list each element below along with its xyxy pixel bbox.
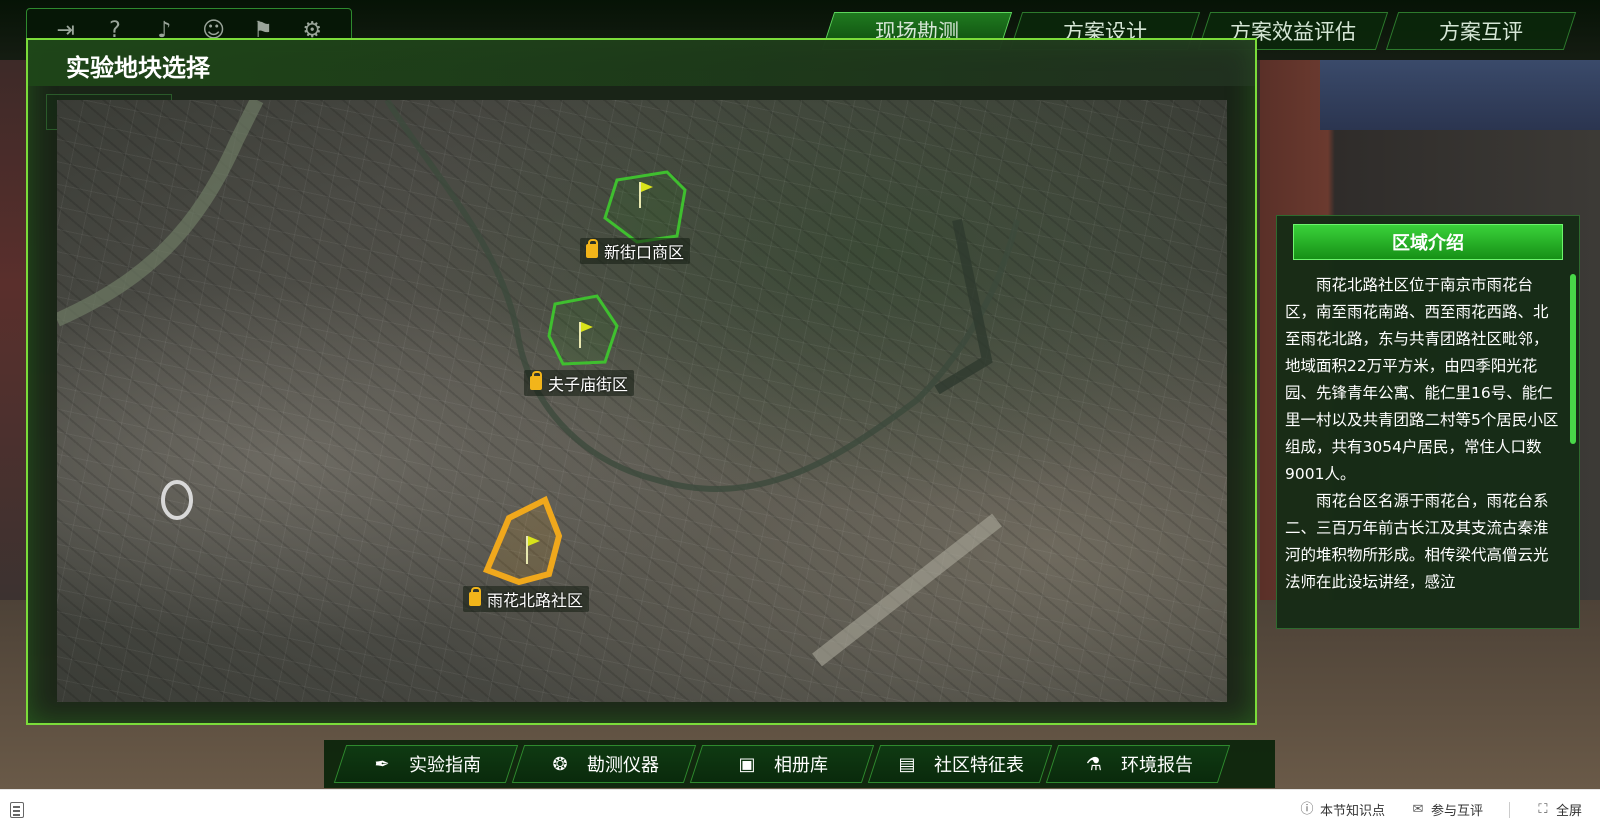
region-name: 雨花北路社区 [487, 591, 584, 610]
footer-label: 参与互评 [1430, 804, 1483, 819]
satellite-map[interactable]: 新街口商区 夫子庙街区 雨花北路社区 [57, 100, 1227, 702]
stadium [161, 480, 193, 520]
panel-title-bar [28, 40, 1255, 86]
region-intro-text[interactable]: 雨花北路社区位于南京市雨花台区，南至雨花南路、西至雨花西路、北至雨花北路，东与共… [1285, 272, 1563, 622]
intro-paragraph: 雨花北路社区位于南京市雨花台区，南至雨花南路、西至雨花西路、北至雨花北路，东与共… [1285, 276, 1559, 483]
region-intro-heading: 区域介绍 [1392, 233, 1464, 254]
tab-label: 方案互评 [1439, 20, 1523, 44]
experiment-guide-button[interactable]: ✒ 实验指南 [333, 745, 519, 783]
button-label: 实验指南 [409, 755, 481, 776]
button-label: 环境报告 [1121, 755, 1193, 776]
footer-actions: ⓘ 本节知识点 ✉ 参与互评 ⛶ 全屏 [1300, 800, 1582, 819]
intro-paragraph: 雨花台区名源于雨花台，雨花台系二、三百万年前古长江及其支流古秦淮河的堆积物所形成… [1285, 492, 1549, 591]
lock-icon [530, 371, 542, 390]
peer-review-button[interactable]: ✉ 参与互评 [1411, 800, 1483, 819]
environment-report-button[interactable]: ⚗ 环境报告 [1045, 745, 1231, 783]
region-outline-yuhuabeilu[interactable] [483, 495, 563, 586]
airport-runway [812, 513, 1002, 667]
lock-icon [586, 239, 598, 258]
community-features-button[interactable]: ▤ 社区特征表 [867, 745, 1053, 783]
button-label: 社区特征表 [934, 755, 1024, 776]
map-overlay [57, 100, 1020, 667]
region-label-fuzimiao[interactable]: 夫子庙街区 [524, 370, 635, 396]
tab-peer-review[interactable]: 方案互评 [1385, 12, 1577, 50]
bottom-toolbar: ✒ 实验指南 ❂ 勘测仪器 ▣ 相册库 ▤ 社区特征表 ⚗ 环境报告 [324, 740, 1275, 788]
panel-title: 实验地块选择 [66, 54, 210, 82]
footer-divider [1508, 801, 1510, 818]
river-yangtze [57, 100, 264, 327]
info-icon: ⓘ [1300, 801, 1314, 817]
intro-scrollbar[interactable] [1570, 274, 1576, 444]
region-outline-xinjiekou[interactable] [603, 170, 687, 244]
region-name: 新街口商区 [604, 243, 685, 262]
footer-label: 全屏 [1555, 804, 1582, 819]
comment-icon: ✉ [1412, 801, 1424, 817]
survey-instruments-button[interactable]: ❂ 勘测仪器 [511, 745, 697, 783]
table-icon: ▤ [898, 753, 916, 775]
region-label-xinjiekou[interactable]: 新街口商区 [580, 238, 691, 264]
image-icon: ▣ [738, 753, 756, 775]
photo-library-button[interactable]: ▣ 相册库 [689, 745, 875, 783]
region-intro-panel: 区域介绍 雨花北路社区位于南京市雨花台区，南至雨花南路、西至雨花西路、北至雨花北… [1276, 215, 1580, 629]
river-qinhuai [384, 100, 1020, 492]
pen-icon: ✒ [374, 753, 390, 775]
scene-window [1320, 60, 1600, 130]
instruments-icon: ❂ [552, 753, 568, 775]
footer-bar: ⓘ 本节知识点 ✉ 参与互评 ⛶ 全屏 [0, 789, 1600, 829]
fullscreen-button[interactable]: ⛶ 全屏 [1536, 800, 1582, 819]
lock-icon [469, 587, 481, 606]
region-name: 夫子庙街区 [548, 375, 629, 394]
document-icon[interactable] [10, 802, 24, 818]
button-label: 相册库 [774, 755, 828, 776]
region-intro-header: 区域介绍 [1293, 224, 1563, 260]
fullscreen-icon: ⛶ [1538, 801, 1548, 817]
microscope-icon: ⚗ [1085, 753, 1103, 775]
knowledge-points-button[interactable]: ⓘ 本节知识点 [1300, 800, 1385, 819]
button-label: 勘测仪器 [587, 755, 659, 776]
region-label-yuhuabeilu[interactable]: 雨花北路社区 [463, 586, 590, 612]
footer-label: 本节知识点 [1319, 804, 1385, 819]
